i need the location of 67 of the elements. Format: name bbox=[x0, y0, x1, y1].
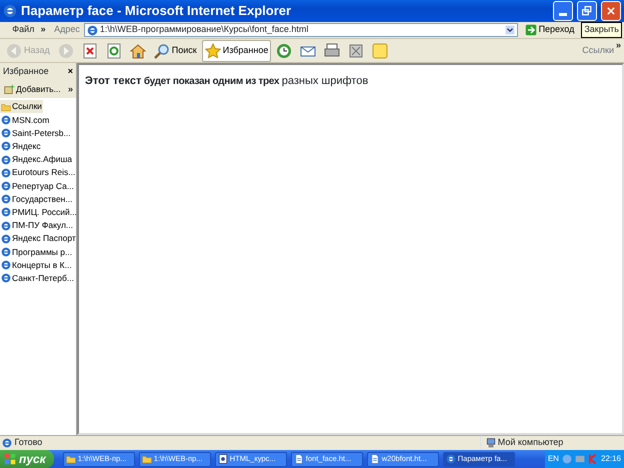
chevron[interactable]: » bbox=[40, 23, 46, 37]
add-folder-icon bbox=[4, 84, 15, 95]
close-icon bbox=[606, 6, 616, 16]
favorite-item[interactable]: MSN.com bbox=[0, 113, 50, 127]
favorite-item[interactable]: Яндекс Паспорт bbox=[0, 232, 77, 246]
favorite-item[interactable]: Яндекс.Афиша bbox=[0, 153, 73, 166]
favorite-item[interactable]: РМИЦ. Россий... bbox=[0, 206, 78, 219]
chevron[interactable]: » bbox=[68, 82, 73, 96]
windows-flag-icon bbox=[4, 453, 16, 465]
go-arrow-icon bbox=[524, 24, 537, 36]
home-icon bbox=[130, 42, 146, 58]
printer-icon bbox=[324, 42, 340, 58]
stop-icon bbox=[82, 42, 98, 58]
favorite-item[interactable]: Saint-Petersb... bbox=[0, 126, 72, 140]
restore-icon bbox=[582, 6, 592, 16]
folder-icon bbox=[66, 454, 76, 464]
page-icon bbox=[370, 454, 380, 464]
refresh-icon bbox=[106, 42, 122, 58]
clock-icon bbox=[276, 42, 292, 58]
menu-item[interactable]: Файл bbox=[10, 23, 37, 37]
links-label[interactable]: Ссылки bbox=[582, 44, 614, 58]
favorite-item[interactable]: Государствен... bbox=[0, 192, 74, 206]
favorite-item[interactable]: ПМ-ПУ Факул... bbox=[0, 218, 74, 232]
page-text: Этот текст будет показан одним из трех разных шрифтов bbox=[85, 74, 370, 89]
close-button[interactable] bbox=[601, 1, 621, 21]
address-field[interactable]: 1:\h\WEB-программирование\Курсы\font_face.html bbox=[84, 23, 518, 37]
favorite-item[interactable]: Концерты в К... bbox=[0, 258, 73, 272]
favorite-item[interactable]: Программы р... bbox=[0, 245, 74, 258]
close-button[interactable]: × bbox=[68, 65, 73, 78]
antivirus-icon bbox=[588, 454, 598, 464]
favorite-item[interactable]: Eurotours Reis... bbox=[0, 166, 76, 180]
tray-icon bbox=[562, 454, 572, 464]
favorite-item[interactable]: Яндекс bbox=[0, 140, 42, 153]
browser-icon bbox=[3, 4, 17, 18]
minimize-icon bbox=[559, 13, 567, 16]
tray-icon bbox=[574, 454, 585, 464]
go-button[interactable]: Переход bbox=[522, 22, 578, 38]
browser-icon bbox=[86, 24, 98, 36]
page-icon bbox=[294, 454, 304, 464]
status-text: Готово bbox=[0, 436, 480, 450]
clock: 22:16 bbox=[600, 453, 621, 465]
favorite-item[interactable]: Репертуар Са... bbox=[0, 179, 75, 193]
restore-button[interactable] bbox=[577, 1, 597, 21]
browser-icon bbox=[2, 438, 12, 448]
browser-icon bbox=[446, 454, 456, 464]
minimize-button[interactable] bbox=[553, 1, 573, 21]
computer-icon bbox=[486, 438, 496, 448]
chevron[interactable]: » bbox=[616, 39, 621, 52]
favorites-button[interactable]: Избранное bbox=[202, 40, 272, 62]
note-icon bbox=[372, 42, 388, 58]
forward-icon bbox=[58, 42, 74, 58]
favorite-item[interactable]: Ссылки bbox=[0, 100, 43, 114]
crossed-square-icon bbox=[348, 42, 364, 58]
back-icon bbox=[6, 42, 22, 58]
add-favorite-button[interactable]: Добавить... bbox=[3, 82, 62, 96]
window-title: Параметр face - Microsoft Internet Explorer bbox=[21, 2, 292, 20]
sidebar-title: Избранное bbox=[3, 65, 49, 78]
tooltip: Закрыть bbox=[581, 22, 622, 38]
search-button[interactable]: Поиск bbox=[150, 40, 200, 62]
folder-icon bbox=[1, 102, 11, 112]
favorite-item[interactable]: Санкт-Петерб... bbox=[0, 272, 75, 285]
address-label: Адрес bbox=[54, 23, 80, 36]
dropdown-icon bbox=[504, 25, 515, 35]
search-icon bbox=[154, 42, 170, 58]
document-icon bbox=[218, 454, 228, 464]
star-icon bbox=[204, 42, 221, 58]
folder-icon bbox=[142, 454, 152, 464]
